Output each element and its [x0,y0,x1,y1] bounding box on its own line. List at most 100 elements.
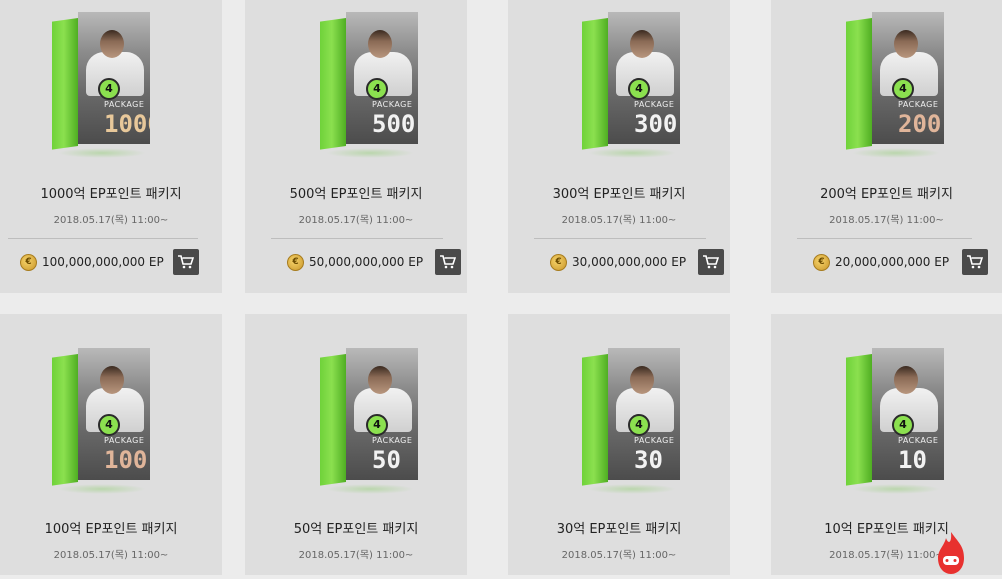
product-date: 2018.05.17(목) 11:00~ [53,550,169,561]
package-shadow [58,484,146,494]
package-label: PACKAGE [634,436,675,445]
package-image[interactable]: 4 PACKAGE 1000 [52,12,152,158]
package-face: 4 PACKAGE 1000 [78,12,150,144]
price-row: € 20,000,000,000 EP [813,250,949,274]
product-price: 100,000,000,000 EP [42,255,164,269]
package-number: 300 [634,110,678,138]
player-head [100,366,124,394]
package-label: PACKAGE [372,436,413,445]
product-card[interactable]: 4 PACKAGE 500 500억 EP포인트 패키지 2018.05.17(… [245,0,467,293]
package-spine [52,18,78,150]
package-number: 30 [634,446,663,474]
cart-icon [967,255,983,269]
product-grid: 4 PACKAGE 1000 1000억 EP포인트 패키지 2018.05.1… [0,0,1002,575]
add-to-cart-button[interactable] [173,249,199,275]
add-to-cart-button[interactable] [698,249,724,275]
package-spine [582,18,608,150]
package-image[interactable]: 4 PACKAGE 10 [846,348,946,494]
package-shadow [588,484,676,494]
package-number: 10 [898,446,927,474]
package-spine [52,354,78,486]
package-badge: 4 [366,414,388,436]
package-face: 4 PACKAGE 10 [872,348,944,480]
package-image[interactable]: 4 PACKAGE 100 [52,348,152,494]
product-title[interactable]: 100억 EP포인트 패키지 [0,518,222,537]
package-label: PACKAGE [898,100,939,109]
package-face: 4 PACKAGE 30 [608,348,680,480]
package-spine [320,354,346,486]
product-card[interactable]: 4 PACKAGE 300 300억 EP포인트 패키지 2018.05.17(… [508,0,730,293]
package-spine [582,354,608,486]
add-to-cart-button[interactable] [962,249,988,275]
package-image[interactable]: 4 PACKAGE 500 [320,12,420,158]
price-row: € 50,000,000,000 EP [287,250,423,274]
product-title[interactable]: 200억 EP포인트 패키지 [771,183,1002,202]
package-shadow [588,148,676,158]
package-face: 4 PACKAGE 200 [872,12,944,144]
package-image[interactable]: 4 PACKAGE 30 [582,348,682,494]
product-title[interactable]: 50억 EP포인트 패키지 [245,518,467,537]
package-face: 4 PACKAGE 50 [346,348,418,480]
package-badge: 4 [628,78,650,100]
player-head [368,30,392,58]
product-card[interactable]: 4 PACKAGE 50 50억 EP포인트 패키지 2018.05.17(목)… [245,314,467,575]
product-title[interactable]: 1000억 EP포인트 패키지 [0,183,222,202]
package-spine [320,18,346,150]
coin-icon: € [20,253,37,271]
coin-icon: € [813,253,830,271]
product-date: 2018.05.17(목) 11:00~ [298,215,414,226]
product-price: 50,000,000,000 EP [309,255,424,269]
package-number: 500 [372,110,416,138]
product-title[interactable]: 500억 EP포인트 패키지 [245,183,467,202]
package-face: 4 PACKAGE 500 [346,12,418,144]
package-image[interactable]: 4 PACKAGE 200 [846,12,946,158]
product-card[interactable]: 4 PACKAGE 200 200억 EP포인트 패키지 2018.05.17(… [771,0,1002,293]
product-card[interactable]: 4 PACKAGE 100 100억 EP포인트 패키지 2018.05.17(… [0,314,222,575]
product-date: 2018.05.17(목) 11:00~ [829,215,944,226]
product-price: 30,000,000,000 EP [572,255,687,269]
product-date: 2018.05.17(목) 11:00~ [53,215,169,226]
product-date: 2018.05.17(목) 11:00~ [561,550,677,561]
coin-icon: € [550,253,567,271]
package-badge: 4 [892,414,914,436]
package-label: PACKAGE [372,100,413,109]
price-row: € 100,000,000,000 EP [20,250,164,274]
cart-icon [703,255,719,269]
package-image[interactable]: 4 PACKAGE 300 [582,12,682,158]
product-price: 20,000,000,000 EP [835,255,950,269]
add-to-cart-button[interactable] [435,249,461,275]
coin-icon: € [287,253,304,271]
package-shadow [326,148,414,158]
watermark-logo [934,530,968,575]
package-spine [846,354,872,486]
player-head [894,30,918,58]
package-label: PACKAGE [104,436,145,445]
package-shadow [852,484,940,494]
product-date: 2018.05.17(목) 11:00~ [298,550,414,561]
divider [534,238,706,239]
package-badge: 4 [366,78,388,100]
package-badge: 4 [892,78,914,100]
product-card[interactable]: 4 PACKAGE 1000 1000억 EP포인트 패키지 2018.05.1… [0,0,222,293]
product-title[interactable]: 30억 EP포인트 패키지 [508,518,730,537]
player-head [100,30,124,58]
product-title[interactable]: 300억 EP포인트 패키지 [508,183,730,202]
divider [8,238,198,239]
divider [797,238,972,239]
package-shadow [326,484,414,494]
package-badge: 4 [98,78,120,100]
package-label: PACKAGE [634,100,675,109]
player-head [630,366,654,394]
package-number: 100 [104,446,148,474]
divider [271,238,443,239]
player-head [894,366,918,394]
package-image[interactable]: 4 PACKAGE 50 [320,348,420,494]
player-head [368,366,392,394]
player-head [630,30,654,58]
cart-icon [440,255,456,269]
package-face: 4 PACKAGE 300 [608,12,680,144]
package-spine [846,18,872,150]
price-row: € 30,000,000,000 EP [550,250,686,274]
package-face: 4 PACKAGE 100 [78,348,150,480]
product-card[interactable]: 4 PACKAGE 30 30억 EP포인트 패키지 2018.05.17(목)… [508,314,730,575]
